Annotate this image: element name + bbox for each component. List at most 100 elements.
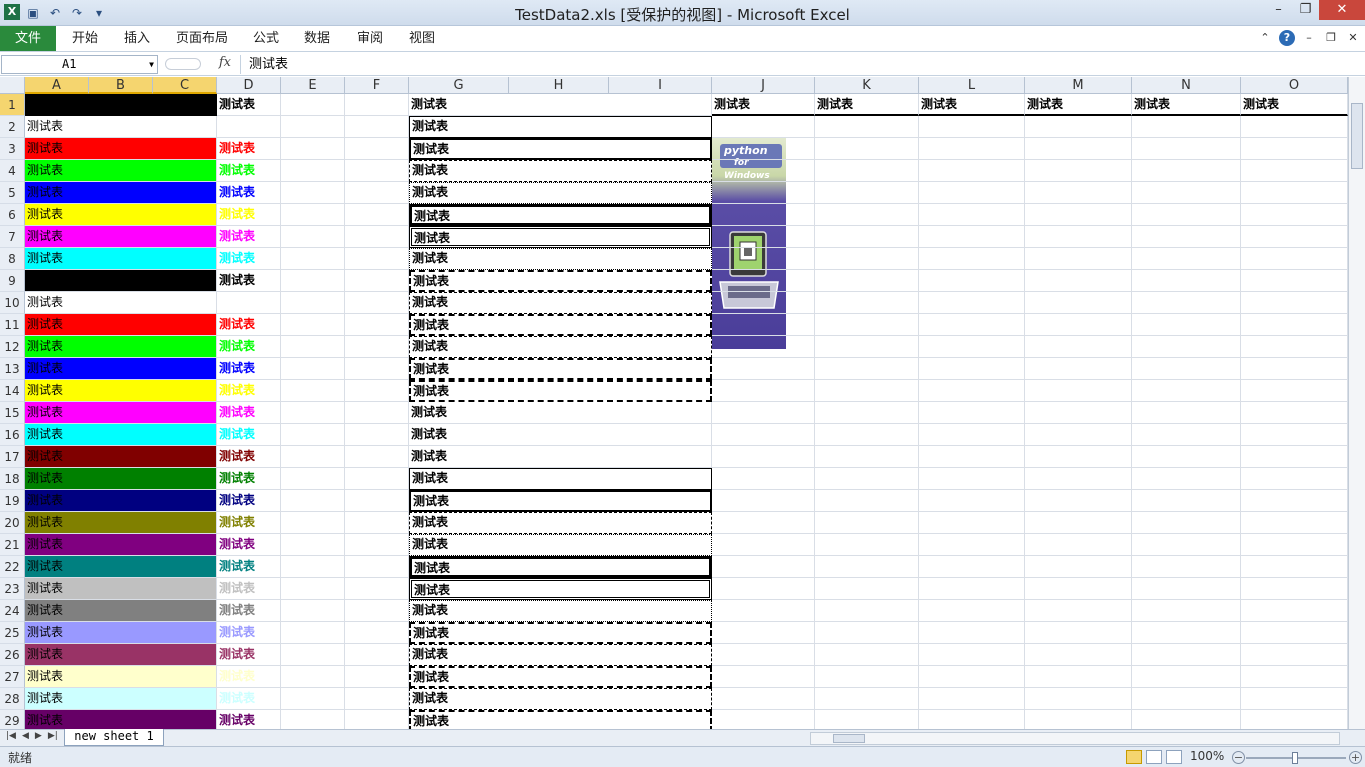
- first-sheet-icon[interactable]: |◀: [6, 731, 16, 741]
- cell-n18[interactable]: [1132, 468, 1241, 490]
- cell-n14[interactable]: [1132, 380, 1241, 402]
- cell-j7[interactable]: [712, 226, 815, 248]
- cell-f3[interactable]: [345, 138, 409, 160]
- cell-a19[interactable]: 测试表: [25, 490, 217, 512]
- cell-e1[interactable]: [281, 94, 345, 116]
- cell-k14[interactable]: [815, 380, 919, 402]
- cell-m7[interactable]: [1025, 226, 1132, 248]
- cell-g8[interactable]: 测试表: [409, 248, 712, 270]
- cell-j21[interactable]: [712, 534, 815, 556]
- cell-l3[interactable]: [919, 138, 1025, 160]
- column-header-j[interactable]: J: [712, 77, 815, 94]
- cell-a25[interactable]: 测试表: [25, 622, 217, 644]
- cell-m14[interactable]: [1025, 380, 1132, 402]
- cell-m19[interactable]: [1025, 490, 1132, 512]
- row-header-26[interactable]: 26: [0, 644, 25, 666]
- cell-g6[interactable]: 测试表: [409, 204, 712, 226]
- cell-l18[interactable]: [919, 468, 1025, 490]
- cell-n29[interactable]: [1132, 710, 1241, 729]
- row-header-1[interactable]: 1: [0, 94, 25, 116]
- cell-a1[interactable]: [25, 94, 217, 116]
- cell-l22[interactable]: [919, 556, 1025, 578]
- cell-l12[interactable]: [919, 336, 1025, 358]
- cell-f15[interactable]: [345, 402, 409, 424]
- cell-l25[interactable]: [919, 622, 1025, 644]
- cell-j23[interactable]: [712, 578, 815, 600]
- cell-k29[interactable]: [815, 710, 919, 729]
- cell-o13[interactable]: [1241, 358, 1348, 380]
- cell-j27[interactable]: [712, 666, 815, 688]
- cell-o14[interactable]: [1241, 380, 1348, 402]
- cell-n19[interactable]: [1132, 490, 1241, 512]
- cell-j16[interactable]: [712, 424, 815, 446]
- cell-o23[interactable]: [1241, 578, 1348, 600]
- row-header-29[interactable]: 29: [0, 710, 25, 729]
- cell-f29[interactable]: [345, 710, 409, 729]
- cell-a7[interactable]: 测试表: [25, 226, 217, 248]
- worksheet-grid[interactable]: python for Windows A B C D E F G H I J K L M N O 1 测试表 测试…: [0, 77, 1348, 729]
- cell-n3[interactable]: [1132, 138, 1241, 160]
- cell-k25[interactable]: [815, 622, 919, 644]
- cell-m3[interactable]: [1025, 138, 1132, 160]
- zoom-knob[interactable]: [1292, 752, 1298, 764]
- cell-f5[interactable]: [345, 182, 409, 204]
- help-icon[interactable]: ?: [1279, 30, 1295, 46]
- cell-o2[interactable]: [1241, 116, 1348, 138]
- cell-n10[interactable]: [1132, 292, 1241, 314]
- page-break-view-icon[interactable]: [1166, 750, 1182, 764]
- cell-o3[interactable]: [1241, 138, 1348, 160]
- cell-k27[interactable]: [815, 666, 919, 688]
- cell-g24[interactable]: 测试表: [409, 600, 712, 622]
- row-header-11[interactable]: 11: [0, 314, 25, 336]
- cell-f11[interactable]: [345, 314, 409, 336]
- column-header-f[interactable]: F: [345, 77, 409, 94]
- cell-o29[interactable]: [1241, 710, 1348, 729]
- cell-o17[interactable]: [1241, 446, 1348, 468]
- cell-f4[interactable]: [345, 160, 409, 182]
- minimize-button[interactable]: –: [1265, 0, 1292, 20]
- cell-m8[interactable]: [1025, 248, 1132, 270]
- column-header-o[interactable]: O: [1241, 77, 1348, 94]
- cell-d23[interactable]: 测试表: [217, 578, 281, 600]
- column-header-m[interactable]: M: [1025, 77, 1132, 94]
- cell-a28[interactable]: 测试表: [25, 688, 217, 710]
- cell-n2[interactable]: [1132, 116, 1241, 138]
- cell-l4[interactable]: [919, 160, 1025, 182]
- cell-l2[interactable]: [919, 116, 1025, 138]
- row-header-7[interactable]: 7: [0, 226, 25, 248]
- cell-k4[interactable]: [815, 160, 919, 182]
- cell-k13[interactable]: [815, 358, 919, 380]
- chevron-down-icon[interactable]: ▼: [149, 56, 154, 73]
- cell-d26[interactable]: 测试表: [217, 644, 281, 666]
- cell-k15[interactable]: [815, 402, 919, 424]
- cell-m17[interactable]: [1025, 446, 1132, 468]
- cell-n23[interactable]: [1132, 578, 1241, 600]
- row-header-23[interactable]: 23: [0, 578, 25, 600]
- cell-g18[interactable]: 测试表: [409, 468, 712, 490]
- cell-l28[interactable]: [919, 688, 1025, 710]
- cell-l27[interactable]: [919, 666, 1025, 688]
- cell-m28[interactable]: [1025, 688, 1132, 710]
- cell-l8[interactable]: [919, 248, 1025, 270]
- cell-e10[interactable]: [281, 292, 345, 314]
- cell-a21[interactable]: 测试表: [25, 534, 217, 556]
- normal-view-icon[interactable]: [1126, 750, 1142, 764]
- cell-f18[interactable]: [345, 468, 409, 490]
- cell-g11[interactable]: 测试表: [409, 314, 712, 336]
- cell-g13[interactable]: 测试表: [409, 358, 712, 380]
- cell-a24[interactable]: 测试表: [25, 600, 217, 622]
- column-header-d[interactable]: D: [217, 77, 281, 94]
- cell-e18[interactable]: [281, 468, 345, 490]
- cell-k5[interactable]: [815, 182, 919, 204]
- cell-g21[interactable]: 测试表: [409, 534, 712, 556]
- cell-f10[interactable]: [345, 292, 409, 314]
- cell-a9[interactable]: [25, 270, 217, 292]
- cell-f6[interactable]: [345, 204, 409, 226]
- cell-j26[interactable]: [712, 644, 815, 666]
- column-header-i[interactable]: I: [609, 77, 712, 94]
- cell-m4[interactable]: [1025, 160, 1132, 182]
- cell-g5[interactable]: 测试表: [409, 182, 712, 204]
- close-button[interactable]: ✕: [1319, 0, 1365, 20]
- cell-g28[interactable]: 测试表: [409, 688, 712, 710]
- cell-a14[interactable]: 测试表: [25, 380, 217, 402]
